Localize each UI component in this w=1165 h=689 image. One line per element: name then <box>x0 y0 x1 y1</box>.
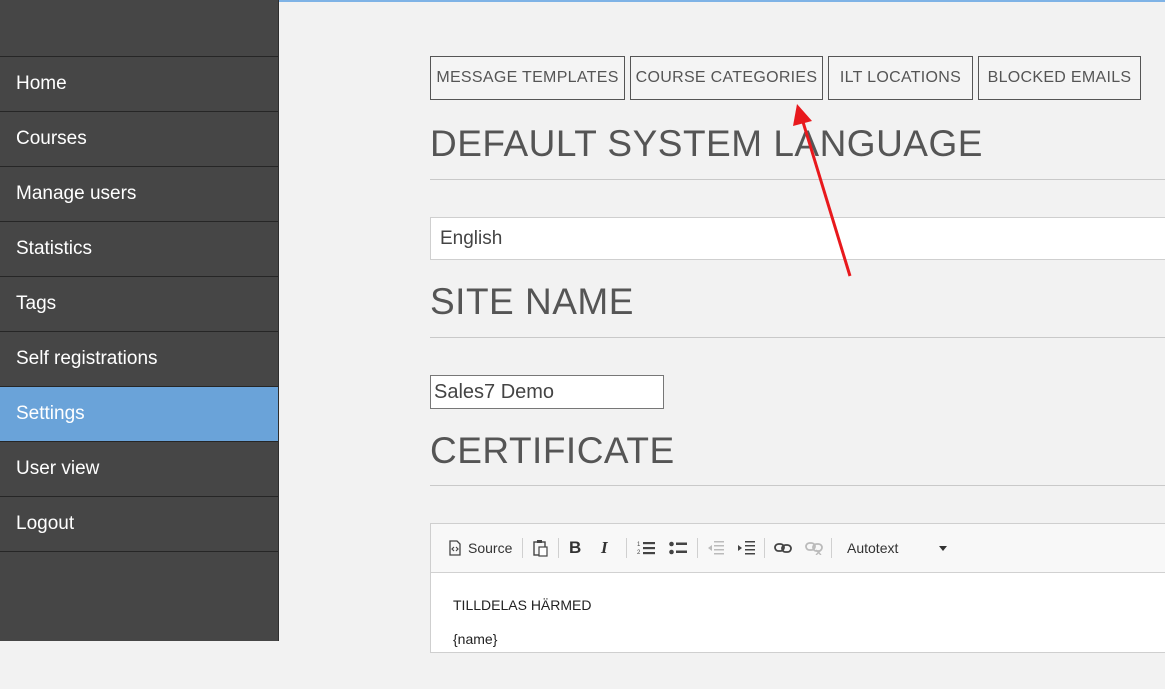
sidebar-item-self-registrations[interactable]: Self registrations <box>0 332 278 387</box>
indent-button[interactable] <box>737 538 755 558</box>
sidebar: Home Courses Manage users Statistics Tag… <box>0 0 279 641</box>
sidebar-item-manage-users[interactable]: Manage users <box>0 167 278 222</box>
sidebar-item-home[interactable]: Home <box>0 57 278 112</box>
outdent-button[interactable] <box>706 538 724 558</box>
section-title-certificate: CERTIFICATE <box>430 430 675 471</box>
toolbar-separator <box>558 538 559 558</box>
paste-button[interactable] <box>531 538 549 558</box>
bulleted-list-icon <box>669 540 687 556</box>
sidebar-item-courses[interactable]: Courses <box>0 112 278 167</box>
editor-content[interactable]: TILLDELAS HÄRMED {name} <box>431 573 1165 689</box>
sidebar-header <box>0 0 278 57</box>
sidebar-item-settings[interactable]: Settings <box>0 387 278 442</box>
italic-button[interactable]: I <box>601 538 608 558</box>
toolbar-separator <box>697 538 698 558</box>
section-title-site-name: SITE NAME <box>430 281 634 322</box>
source-icon <box>447 540 463 556</box>
italic-icon: I <box>601 538 608 557</box>
source-button[interactable]: Source <box>447 538 512 558</box>
unlink-icon <box>805 541 823 555</box>
sidebar-item-logout[interactable]: Logout <box>0 497 278 552</box>
svg-text:2: 2 <box>637 550 641 556</box>
bulleted-list-button[interactable] <box>669 538 687 558</box>
section-title-default-language: DEFAULT SYSTEM LANGUAGE <box>430 123 983 164</box>
divider <box>430 485 1165 486</box>
main-content: MESSAGE TEMPLATES COURSE CATEGORIES ILT … <box>279 2 1165 653</box>
toolbar-separator <box>764 538 765 558</box>
paste-icon <box>531 539 549 557</box>
link-icon <box>774 542 792 554</box>
language-select[interactable]: English <box>430 217 1165 260</box>
divider <box>430 179 1165 180</box>
tab-ilt-locations[interactable]: ILT LOCATIONS <box>828 56 973 100</box>
source-label: Source <box>468 540 513 556</box>
autotext-dropdown[interactable]: Autotext <box>847 538 947 558</box>
unlink-button[interactable] <box>805 538 823 558</box>
divider <box>430 337 1165 338</box>
outdent-icon <box>706 540 724 556</box>
editor-line: TILLDELAS HÄRMED <box>453 597 592 613</box>
toolbar-separator <box>522 538 523 558</box>
sidebar-item-user-view[interactable]: User view <box>0 442 278 497</box>
bold-icon: B <box>569 538 582 557</box>
chevron-down-icon <box>939 545 947 551</box>
editor-toolbar: Source B I 12 Autotext <box>431 524 1165 573</box>
toolbar-separator <box>831 538 832 558</box>
tab-blocked-emails[interactable]: BLOCKED EMAILS <box>978 56 1141 100</box>
editor-line: {name} <box>453 631 498 647</box>
certificate-editor: Source B I 12 Autotext TILLDELAS HÄRMED … <box>430 523 1165 653</box>
autotext-label: Autotext <box>847 540 899 556</box>
toolbar-separator <box>626 538 627 558</box>
svg-text:1: 1 <box>637 542 641 548</box>
tab-course-categories[interactable]: COURSE CATEGORIES <box>630 56 823 100</box>
link-button[interactable] <box>774 538 792 558</box>
indent-icon <box>737 540 755 556</box>
sidebar-item-tags[interactable]: Tags <box>0 277 278 332</box>
numbered-list-icon: 12 <box>637 540 655 556</box>
tab-message-templates[interactable]: MESSAGE TEMPLATES <box>430 56 625 100</box>
sidebar-item-statistics[interactable]: Statistics <box>0 222 278 277</box>
bold-button[interactable]: B <box>569 538 581 558</box>
site-name-input[interactable]: Sales7 Demo <box>430 375 664 409</box>
numbered-list-button[interactable]: 12 <box>637 538 655 558</box>
